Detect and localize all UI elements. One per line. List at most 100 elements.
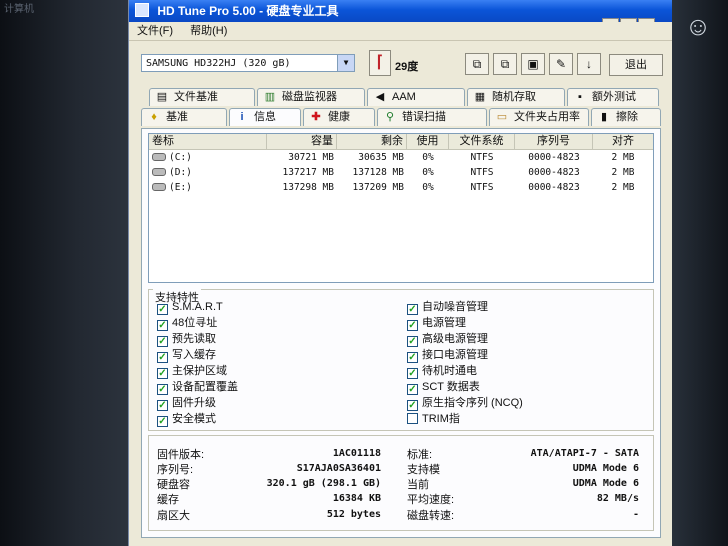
feature-security-mode[interactable]: ✓ 安全模式 <box>157 412 216 427</box>
checkbox-checked-icon[interactable]: ✓ <box>157 400 168 411</box>
column-header-free[interactable]: 剩余 <box>337 134 407 149</box>
volume-serial: 0000-4823 <box>528 182 580 193</box>
checkbox-checked-icon[interactable]: ✓ <box>157 384 168 395</box>
table-row[interactable]: (E:) 137298 MB 137209 MB 0% NTFS 0000-48… <box>149 180 653 195</box>
tab-label: 额外测试 <box>592 91 636 103</box>
feature-power-management[interactable]: ✓ 电源管理 <box>407 316 466 331</box>
checkbox-checked-icon[interactable]: ✓ <box>157 352 168 363</box>
download-button[interactable]: ↓ <box>577 53 601 75</box>
tab-info[interactable]: i 信息 <box>229 108 301 126</box>
benchmark-icon: ♦ <box>151 111 157 123</box>
desktop-left-edge: 计算机 <box>0 0 128 546</box>
health-cross-icon: ✚ <box>311 111 321 123</box>
checkbox-checked-icon[interactable]: ✓ <box>157 416 168 427</box>
checkbox-checked-icon[interactable]: ✓ <box>407 384 418 395</box>
feature-device-config-overlay[interactable]: ✓ 设备配置覆盖 <box>157 380 238 395</box>
firmware-value: 1AC01118 <box>332 448 381 459</box>
info-label: 硬盘容 <box>157 479 190 491</box>
temperature-readout: 29度 <box>395 61 419 73</box>
cache-value: 16384 KB <box>332 493 381 504</box>
checkbox-checked-icon[interactable]: ✓ <box>157 320 168 331</box>
menu-help[interactable]: 帮助(H) <box>190 25 227 37</box>
feature-advanced-power-management[interactable]: ✓ 高级电源管理 <box>407 332 488 347</box>
volume-filesystem: NTFS <box>470 152 494 163</box>
options-button[interactable]: ✎ <box>549 53 573 75</box>
feature-48bit-lba[interactable]: ✓ 48位寻址 <box>157 316 217 331</box>
tab-benchmark[interactable]: ♦ 基准 <box>141 108 227 126</box>
checkbox-checked-icon[interactable]: ✓ <box>407 320 418 331</box>
tab-label: 磁盘监视器 <box>282 91 337 103</box>
copy-info-button[interactable]: ⧉ <box>465 53 489 75</box>
info-label: 缓存 <box>157 494 179 506</box>
checkbox-checked-icon[interactable]: ✓ <box>407 304 418 315</box>
desktop-icon-label: 计算机 <box>4 4 34 15</box>
checkbox-checked-icon[interactable]: ✓ <box>157 368 168 379</box>
volume-alignment: 2 MB <box>611 182 635 193</box>
feature-sct-tables[interactable]: ✓ SCT 数据表 <box>407 380 480 395</box>
tab-label: 信息 <box>254 111 276 123</box>
checkbox-checked-icon[interactable]: ✓ <box>157 304 168 315</box>
tab-extra-tests[interactable]: ▪ 额外测试 <box>567 88 659 106</box>
supported-mode-value: UDMA Mode 6 <box>572 463 639 474</box>
feature-trim[interactable]: TRIM指 <box>407 412 460 427</box>
tab-file-benchmark[interactable]: ▤ 文件基准 <box>149 88 255 106</box>
feature-interface-power-management[interactable]: ✓ 接口电源管理 <box>407 348 488 363</box>
feature-acoustic-management[interactable]: ✓ 自动噪音管理 <box>407 300 488 315</box>
volume-used: 0% <box>422 152 434 163</box>
drive-info-group: 固件版本: 1AC01118 序列号: S17AJA0SA36401 硬盘容 3… <box>148 435 654 531</box>
volume-capacity: 30721 MB <box>288 152 334 163</box>
drive-select[interactable]: SAMSUNG HD322HJ (320 gB) ▼ <box>141 54 355 72</box>
feature-power-up-standby[interactable]: ✓ 待机时通电 <box>407 364 477 379</box>
window-title: HD Tune Pro 5.00 - 硬盘专业工具 <box>157 4 339 18</box>
tab-erase[interactable]: ▮ 擦除 <box>591 108 661 126</box>
exit-button[interactable]: 退出 <box>609 54 663 76</box>
extra-test-icon: ▪ <box>578 91 582 103</box>
volume-free: 137128 MB <box>352 167 404 178</box>
save-button[interactable]: ▣ <box>521 53 545 75</box>
volume-label: (D:) <box>149 165 267 180</box>
sector-size-value: 512 bytes <box>326 509 381 520</box>
volume-alignment: 2 MB <box>611 152 635 163</box>
checkbox-checked-icon[interactable]: ✓ <box>407 352 418 363</box>
tab-random-access[interactable]: ▦ 随机存取 <box>467 88 565 106</box>
table-row[interactable]: (D:) 137217 MB 137128 MB 0% NTFS 0000-48… <box>149 165 653 180</box>
grid-icon: ▦ <box>474 91 486 103</box>
chevron-down-icon[interactable]: ▼ <box>337 55 354 71</box>
checkbox-checked-icon[interactable]: ✓ <box>157 336 168 347</box>
feature-ncq[interactable]: ✓ 原生指令序列 (NCQ) <box>407 396 523 411</box>
bar-chart-icon: ▥ <box>264 91 276 103</box>
volume-filesystem: NTFS <box>470 167 494 178</box>
info-label: 当前 <box>407 479 429 491</box>
tab-folder-usage[interactable]: ▭ 文件夹占用率 <box>489 108 589 126</box>
app-icon <box>135 3 149 17</box>
volume-used: 0% <box>422 182 434 193</box>
column-header-filesystem[interactable]: 文件系统 <box>449 134 515 149</box>
feature-firmware-update[interactable]: ✓ 固件升级 <box>157 396 216 411</box>
tab-error-scan[interactable]: ⚲ 错误扫描 <box>377 108 487 126</box>
column-header-alignment[interactable]: 对齐 <box>593 134 653 149</box>
copy-screen-button[interactable]: ⧉ <box>493 53 517 75</box>
column-header-label[interactable]: 卷标 <box>149 134 267 149</box>
feature-smart[interactable]: ✓ S.M.A.R.T <box>157 300 223 315</box>
checkbox-checked-icon[interactable]: ✓ <box>407 336 418 347</box>
tab-health[interactable]: ✚ 健康 <box>303 108 375 126</box>
column-header-used[interactable]: 使用 <box>407 134 449 149</box>
feature-read-lookahead[interactable]: ✓ 预先读取 <box>157 332 216 347</box>
table-row[interactable]: (C:) 30721 MB 30635 MB 0% NTFS 0000-4823… <box>149 150 653 165</box>
feature-host-protected-area[interactable]: ✓ 主保护区域 <box>157 364 227 379</box>
column-header-capacity[interactable]: 容量 <box>267 134 337 149</box>
checkbox-unchecked-icon[interactable] <box>407 413 418 424</box>
checkbox-checked-icon[interactable]: ✓ <box>407 400 418 411</box>
feature-write-cache[interactable]: ✓ 写入缓存 <box>157 348 216 363</box>
column-header-serial[interactable]: 序列号 <box>515 134 593 149</box>
supported-features-group: 支持特性 ✓ S.M.A.R.T ✓ 48位寻址 ✓ 预先读取 ✓ 写入缓存 ✓ 主保护区… <box>148 289 654 431</box>
menu-file[interactable]: 文件(F) <box>137 25 173 37</box>
tab-disk-monitor[interactable]: ▥ 磁盘监视器 <box>257 88 365 106</box>
checkbox-checked-icon[interactable]: ✓ <box>407 368 418 379</box>
tab-aam[interactable]: ◀ AAM <box>367 88 465 106</box>
info-label: 序列号: <box>157 464 194 476</box>
info-label: 平均速度: <box>407 494 455 506</box>
tab-label: 文件夹占用率 <box>514 111 580 123</box>
drive-icon <box>152 168 166 176</box>
current-mode-value: UDMA Mode 6 <box>572 478 639 489</box>
